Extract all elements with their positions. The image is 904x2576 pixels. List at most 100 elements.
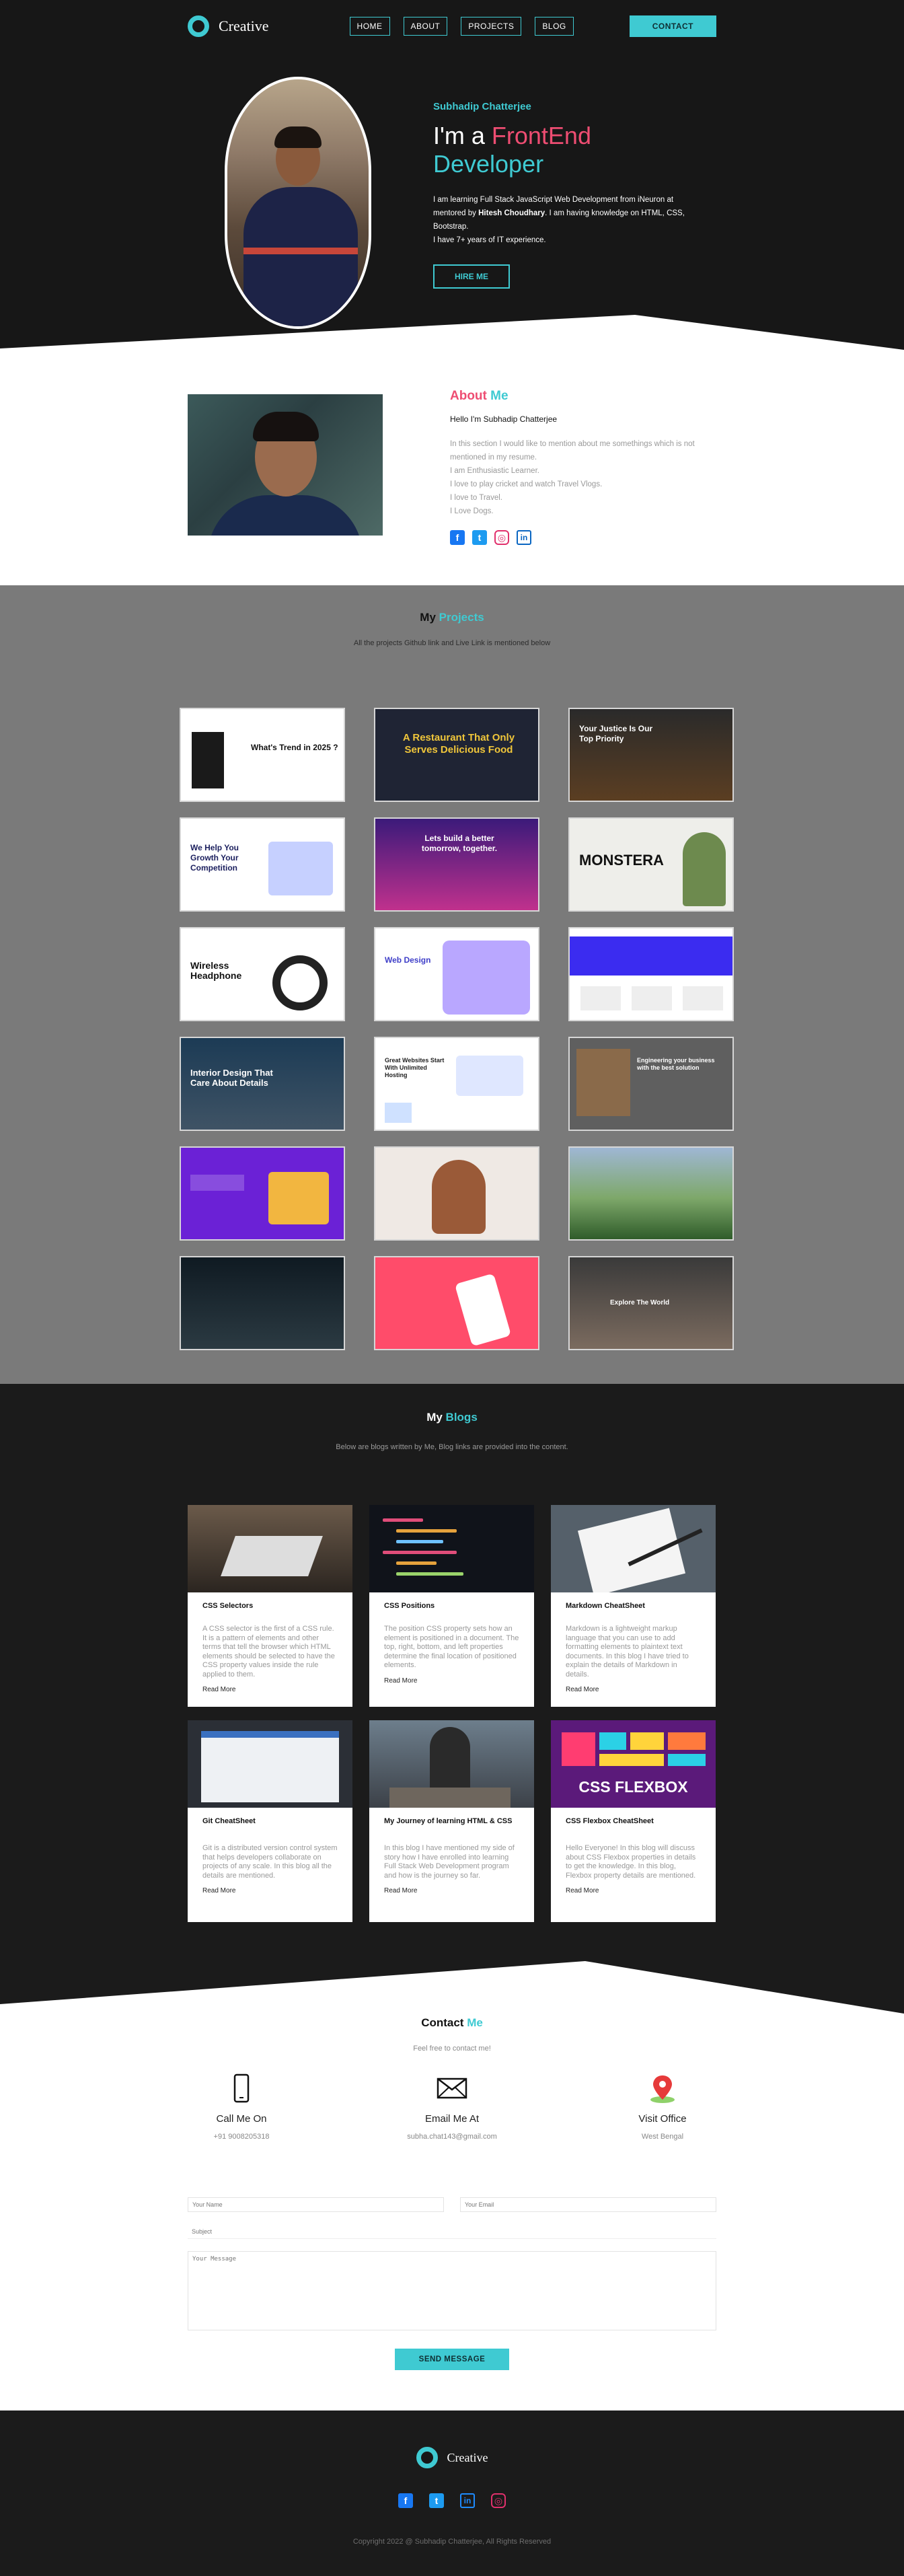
project-card[interactable]: Explore The World [568,1256,734,1350]
facebook-icon[interactable]: f [450,530,465,545]
contact-title-b: Me [467,2016,483,2029]
project-card[interactable] [374,1146,539,1241]
blog-image [188,1505,352,1592]
blog-image: CSS FLEXBOX [551,1720,716,1808]
project-card[interactable]: A Restaurant That Only Serves Delicious … [374,708,539,802]
contact-label: Visit Office [638,2113,687,2125]
nav-contact-button[interactable]: CONTACT [629,15,716,37]
contact-label: Email Me At [424,2113,480,2125]
blog-image [188,1720,352,1808]
project-caption: Great Websites Start With Unlimited Host… [385,1057,445,1078]
nav-projects-link[interactable]: PROJECTS [461,17,522,36]
logo-ring-icon [416,2447,438,2468]
hero-desc-experience: I have 7+ years of IT experience. [433,236,546,244]
project-card[interactable] [180,1256,345,1350]
copyright-text: Copyright 2022 @ Subhadip Chatterjee, Al… [352,2538,552,2546]
contact-form: SEND MESSAGE [188,2197,716,2411]
read-more-link[interactable]: Read More [202,1887,338,1894]
twitter-icon[interactable]: t [472,530,487,545]
project-card[interactable] [180,1146,345,1241]
contact-title: Contact Me [0,2016,904,2030]
projects-section: My Projects All the projects Github link… [0,585,904,1384]
project-card[interactable]: Engineering your business with the best … [568,1037,734,1131]
blogs-title: My Blogs [0,1411,904,1424]
footer-logo[interactable]: Creative [416,2447,488,2468]
contact-label: Call Me On [216,2113,267,2125]
blog-card: Git CheatSheet Git is a distributed versi… [188,1720,352,1922]
hire-me-button[interactable]: HIRE ME [433,264,511,289]
projects-title-a: My [420,611,439,624]
blogs-title-b: Blogs [445,1411,478,1424]
brand-logo[interactable]: Creative [188,15,269,37]
linkedin-icon[interactable]: in [460,2493,475,2508]
blog-card: CSS Positions The position CSS property s… [369,1505,534,1707]
project-card[interactable]: What's Trend in 2025 ? [180,708,345,802]
hero-title-highlight: FrontEnd [491,122,591,149]
nav-about-link[interactable]: ABOUT [403,17,448,36]
linkedin-icon[interactable]: in [517,530,531,545]
hero-section: Creative HOME ABOUT PROJECTS BLOG CONTAC… [0,0,904,350]
phone-icon [188,2073,295,2104]
project-card[interactable]: We Help You Growth Your Competition [180,817,345,912]
about-line: I love to Travel. [450,494,502,502]
read-more-link[interactable]: Read More [566,1887,701,1894]
blog-card: CSS Selectors A CSS selector is the first… [188,1505,352,1707]
projects-grid: What's Trend in 2025 ? A Restaurant That… [174,708,734,1350]
about-title-a: About [450,389,491,403]
message-textarea[interactable] [188,2251,716,2330]
blogs-grid: CSS Selectors A CSS selector is the first… [188,1505,716,1922]
project-card[interactable]: Interior Design That Care About Details [180,1037,345,1131]
project-card[interactable]: Your Justice Is Our Top Priority [568,708,734,802]
hero-description: I am learning Full Stack JavaScript Web … [433,193,689,247]
read-more-link[interactable]: Read More [384,1887,519,1894]
blog-card: Markdown CheatSheet Markdown is a lightwe… [551,1505,716,1707]
projects-subtitle: All the projects Github link and Live Li… [353,639,551,647]
project-caption: What's Trend in 2025 ? [251,743,338,752]
about-line: In this section I would like to mention … [450,440,695,462]
about-line: I love to play cricket and watch Travel … [450,480,603,488]
flexbox-banner-text: CSS FLEXBOX [578,1778,688,1796]
contact-subtitle: Feel free to contact me! [413,2045,491,2053]
project-card[interactable]: Lets build a better tomorrow, together. [374,817,539,912]
blog-description: Git is a distributed version control sys… [202,1844,338,1880]
read-more-link[interactable]: Read More [384,1677,519,1685]
email-input[interactable] [460,2197,716,2212]
name-input[interactable] [188,2197,444,2212]
project-caption: Engineering your business with the best … [637,1057,715,1071]
contact-angled-divider [0,1949,904,2014]
project-caption: Your Justice Is Our Top Priority [579,724,653,743]
send-message-button[interactable]: SEND MESSAGE [394,2349,510,2370]
project-card[interactable]: Web Design [374,927,539,1021]
project-card[interactable]: Wireless Headphone [180,927,345,1021]
read-more-link[interactable]: Read More [566,1686,701,1693]
facebook-icon[interactable]: f [398,2493,413,2508]
project-caption: Interior Design That Care About Details [190,1068,273,1088]
instagram-icon[interactable]: ◎ [491,2493,506,2508]
subject-input[interactable] [188,2224,716,2239]
nav-blog-link[interactable]: BLOG [535,17,574,36]
blog-title: My Journey of learning HTML & CSS [384,1817,513,1825]
hero-name: Subhadip Chatterjee [433,101,531,112]
read-more-link[interactable]: Read More [202,1686,338,1693]
project-card[interactable]: MONSTERA [568,817,734,912]
project-caption: Lets build a better tomorrow, together. [421,834,498,853]
project-card[interactable]: Great Websites Start With Unlimited Host… [374,1037,539,1131]
blogs-section: My Blogs Below are blogs written by Me, … [0,1384,904,1949]
blog-title: CSS Selectors [202,1602,254,1610]
project-card[interactable] [568,927,734,1021]
contact-info-list: Call Me On +91 9008205318 Email Me At su… [188,2073,716,2141]
about-title-b: Me [490,389,509,403]
logo-ring-icon [188,15,209,37]
blogs-subtitle: Below are blogs written by Me, Blog link… [336,1443,568,1451]
project-caption: A Restaurant That Only Serves Delicious … [402,732,515,756]
instagram-icon[interactable]: ◎ [494,530,509,545]
blog-card: CSS FLEXBOX CSS Flexbox CheatSheet Hello … [551,1720,716,1922]
hero-title-suffix: Developer [433,150,544,178]
about-paragraph: In this section I would like to mention … [450,437,706,518]
nav-home-link[interactable]: HOME [349,17,390,36]
project-card[interactable] [568,1146,734,1241]
project-card[interactable] [374,1256,539,1350]
twitter-icon[interactable]: t [429,2493,444,2508]
blog-title: Markdown CheatSheet [566,1602,645,1610]
about-hello: Hello I'm Subhadip Chatterjee [450,414,558,424]
